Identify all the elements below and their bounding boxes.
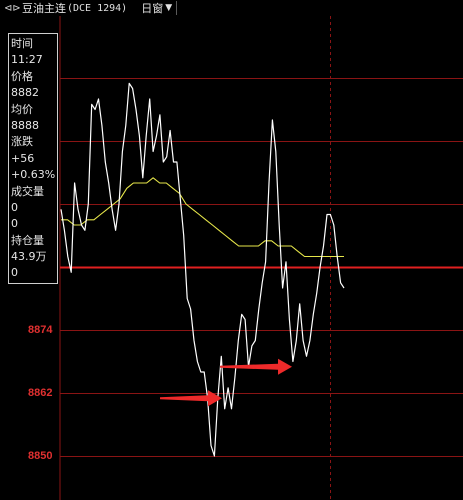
chart-title-bar: ⊲⊳ 豆油主连 (DCE 1294) 日窗 ▼ (0, 0, 463, 16)
volume-label: 成交量 (11, 184, 44, 198)
time-label: 时间 (11, 37, 33, 50)
time-value: 11:27 (11, 53, 43, 67)
title-divider (176, 1, 178, 15)
avg-price-label: 均价 (11, 102, 33, 116)
y-axis-label: 8850 (28, 450, 53, 462)
volume-value-2: 0 (11, 217, 18, 231)
open-interest-label: 持仓量 (11, 233, 44, 247)
intraday-chart-window: ⊲⊳ 豆油主连 (DCE 1294) 日窗 ▼ 时间 11:27 价格 8882… (0, 0, 463, 500)
y-axis-label: 8862 (28, 387, 53, 399)
contract-code: (DCE 1294) (67, 2, 128, 14)
average-line-group (61, 177, 344, 258)
contract-name: 豆油主连 (22, 2, 66, 15)
annotation-arrow (160, 390, 222, 407)
grid-lines (59, 16, 463, 500)
open-interest-change: 0 (11, 266, 18, 280)
volume-value: 0 (11, 200, 18, 214)
back-icon[interactable]: ⊲⊳ (4, 3, 22, 14)
change-label: 涨跌 (11, 135, 33, 149)
crosshair-info-panel: 时间 11:27 价格 8882 均价 8888 涨跌 +56 +0.63% 成… (8, 33, 58, 284)
price-label: 价格 (11, 69, 33, 83)
annotation-arrow (220, 358, 292, 375)
y-axis-label: 8874 (28, 324, 53, 336)
average-price-line (61, 177, 344, 258)
price-value: 8882 (11, 86, 39, 100)
avg-price-value: 8888 (11, 118, 39, 132)
window-mode-dropdown[interactable]: 日窗 ▼ (141, 0, 172, 16)
open-interest-value: 43.9万 (11, 250, 47, 264)
chart-area[interactable] (0, 16, 463, 500)
change-value: +56 (11, 151, 35, 165)
change-percent: +0.63% (11, 168, 56, 182)
price-chart[interactable] (0, 16, 463, 500)
chevron-down-icon: ▼ (165, 3, 173, 13)
window-mode-label: 日窗 (141, 2, 164, 15)
